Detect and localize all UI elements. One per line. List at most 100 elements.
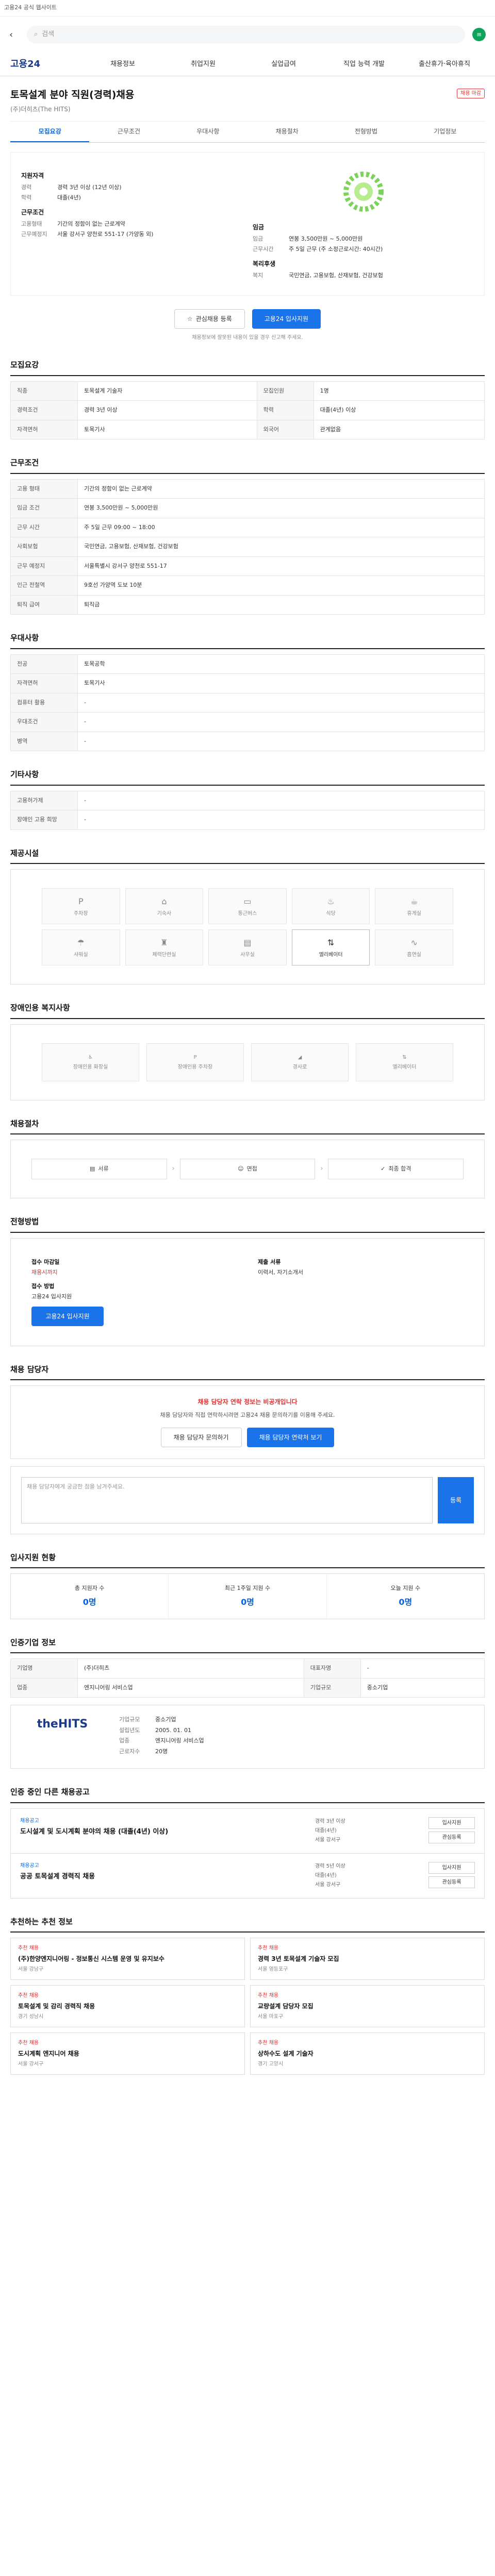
facility-item: ▭ 통근버스 <box>208 888 287 924</box>
table-row: 근무 시간 주 5일 근무 09:00 ~ 18:00 <box>10 517 485 537</box>
preferred-table: 전공 토목공학 자격면허 토목기사 컴퓨터 활용 - 우대조건 - 병역 - <box>10 654 485 752</box>
arrow-right-icon: › <box>172 1165 175 1173</box>
stat-item: 총 지원자 수 0명 <box>11 1574 169 1619</box>
qna-box: 채용 담당자에게 궁금한 점을 남겨주세요. 등록 <box>10 1466 485 1534</box>
apply-button[interactable]: 입사지원 <box>428 1861 475 1874</box>
section-tabs: 모집요강 근무조건 우대사항 채용절차 전형방법 기업정보 <box>10 122 485 143</box>
section-title-welfare: 장애인용 복지사항 <box>10 1002 485 1019</box>
cafeteria-icon: ♨ <box>327 896 335 906</box>
etc-table: 고용허가제 - 장애인 고용 희망 - <box>10 790 485 830</box>
table-row: 장애인 고용 희망 - <box>10 810 485 830</box>
status-badge: 채용 마감 <box>457 89 485 98</box>
table-row: 자격면허 토목기사 외국어 관계없음 <box>10 419 485 439</box>
contact-manager-button[interactable]: 채용 담당자 문의하기 <box>160 1427 242 1447</box>
summary-left: 지원자격 경력 경력 3년 이상 (12년 이상) 학력 대졸(4년) 근무조건 고… <box>21 166 242 282</box>
summary-row: 복지 국민연금, 고용보험, 산재보험, 건강보험 <box>253 272 383 279</box>
nav-item-training[interactable]: 직업 능력 개발 <box>324 59 404 70</box>
search-input[interactable]: ⌕ 검색 <box>27 26 465 43</box>
tab-conditions[interactable]: 근무조건 <box>89 122 168 142</box>
section-title-recommend: 추천하는 추천 정보 <box>10 1916 485 1933</box>
table-row: 컴퓨터 활용 - <box>10 692 485 713</box>
section-title-method: 전형방법 <box>10 1216 485 1233</box>
interest-button[interactable]: 관심등록 <box>428 1831 475 1843</box>
recommend-card[interactable]: 추천 채용 교량설계 담당자 모집 서울 마포구 <box>250 1985 485 2028</box>
welfare-item: ◢ 경사로 <box>251 1043 349 1081</box>
stat-item: 오늘 지원 수 0명 <box>390 1585 421 1607</box>
manager-box: 채용 담당자 연락 정보는 비공개입니다 채용 담당자와 직접 연락하시려면 고… <box>10 1385 485 1459</box>
nav-item-support[interactable]: 취업지원 <box>163 59 243 70</box>
tab-recruit[interactable]: 모집요강 <box>10 122 90 142</box>
apply-button[interactable]: 입사지원 <box>428 1817 475 1829</box>
apply-docs-col: 제출 서류 이력서, 자기소개서 <box>258 1258 303 1276</box>
company-logo-graphic <box>343 171 384 212</box>
apply-button[interactable]: 고용24 입사지원 <box>252 309 321 329</box>
recommend-card[interactable]: 추천 채용 (주)한양엔지니어링 - 정보통신 시스템 운영 및 유지보수 서울 강… <box>10 1938 245 1980</box>
list-item[interactable]: 채용공고 공공 토목설계 경력직 채용 경력 5년 이상 대졸(4년) 서울 강서구 … <box>10 1853 485 1899</box>
nav-item-leave[interactable]: 출산휴가·육아휴직 <box>404 59 485 70</box>
search-row: ‹ ⌕ 검색 ≡ <box>0 16 495 53</box>
job-header: 토목설계 분야 직원(경력)채용 (주)더히츠(The HITS) 채용 마감 <box>10 76 485 122</box>
apply-status: 총 지원자 수 0명 최근 1주일 지원 수 0명 오늘 지원 수 0명 <box>10 1573 485 1619</box>
tab-process[interactable]: 채용절차 <box>248 122 326 142</box>
apply-info: 접수 마감일 채용시까지 접수 방법 고용24 입사지원 고용24 입사지원 제… <box>21 1248 474 1336</box>
gym-icon: ♜ <box>160 937 168 947</box>
process-step: ☺ 면접 <box>179 1159 316 1179</box>
view-contact-button[interactable]: 채용 담당자 연락처 보기 <box>246 1427 335 1447</box>
parking-icon: P <box>78 896 84 906</box>
toilet-icon: ♿ <box>88 1054 93 1060</box>
nav-item-jobs[interactable]: 채용정보 <box>82 59 163 70</box>
interest-button[interactable]: ☆ 관심채용 등록 <box>174 309 245 329</box>
recruit-table: 직종 토목설계 기술자 모집인원 1명 경력조건 경력 3년 이상 학력 대졸(4년) 이상… <box>10 381 485 440</box>
section-title-manager: 채용 담당자 <box>10 1364 485 1380</box>
welfare-item: ⇅ 엘리베이터 <box>356 1043 453 1081</box>
recommend-card[interactable]: 추천 채용 상하수도 설계 기술자 경기 고양시 <box>250 2032 485 2075</box>
top-notice-bar: 고용24 공식 웹사이트 <box>0 0 495 16</box>
menu-icon[interactable]: ≡ <box>472 28 486 41</box>
apply-deadline-col: 접수 마감일 채용시까지 접수 방법 고용24 입사지원 고용24 입사지원 <box>31 1258 237 1326</box>
facility-item: ♜ 체력단련실 <box>125 929 204 965</box>
tab-preferred[interactable]: 우대사항 <box>169 122 248 142</box>
search-icon: ⌕ <box>34 30 38 39</box>
table-row: 경력조건 경력 3년 이상 학력 대졸(4년) 이상 <box>10 400 485 420</box>
elevator-icon: ⇅ <box>327 937 335 947</box>
summary-heading: 근무조건 <box>21 208 44 216</box>
table-row: 고용 형태 기간의 정함이 없는 근로계약 <box>10 479 485 499</box>
back-arrow-icon[interactable]: ‹ <box>9 28 20 42</box>
qna-submit-button[interactable]: 등록 <box>438 1477 474 1523</box>
section-title-preferred: 우대사항 <box>10 632 485 649</box>
recommend-card[interactable]: 추천 채용 토목설계 및 감리 경력직 채용 경기 성남시 <box>10 1985 245 2028</box>
facilities-box: P 주차장 ⌂ 기숙사 ▭ 통근버스 ♨ 식당 ☕ 휴게실 ☂ 샤워실 ♜ 체력단련실 ▤ 사무… <box>10 869 485 985</box>
table-row: 업종 엔지니어링 서비스업 기업규모 중소기업 <box>10 1677 485 1698</box>
recommend-card[interactable]: 추천 채용 도시계획 엔지니어 채용 서울 강서구 <box>10 2032 245 2075</box>
qna-input[interactable]: 채용 담당자에게 궁금한 점을 남겨주세요. <box>21 1477 433 1523</box>
stat-item: 최근 1주일 지원 수 0명 <box>169 1574 327 1619</box>
table-row: 우대조건 - <box>10 712 485 732</box>
other-jobs-list: 채용공고 도시설계 및 도시계획 분야의 채용 (대졸(4년) 이상) 경력 3년… <box>10 1808 485 1899</box>
tab-company[interactable]: 기업정보 <box>406 122 485 142</box>
ramp-icon: ◢ <box>298 1054 302 1060</box>
arrow-right-icon: › <box>320 1165 323 1173</box>
table-row: 임금 조건 연봉 3,500만원 ~ 5,000만원 <box>10 498 485 518</box>
manager-alert: 채용 담당자 연락 정보는 비공개입니다 <box>197 1398 298 1405</box>
search-placeholder: 검색 <box>42 30 55 39</box>
section-title-facilities: 제공시설 <box>10 848 485 864</box>
table-row: 기업명 (주)더히츠 대표자명 - <box>10 1658 485 1679</box>
section-title-recruit: 모집요강 <box>10 359 485 376</box>
interest-button[interactable]: 관심등록 <box>428 1876 475 1888</box>
job-actions: ☆ 관심채용 등록 고용24 입사지원 <box>10 309 485 329</box>
summary-heading: 임금 <box>253 223 265 231</box>
tab-method[interactable]: 전형방법 <box>326 122 405 142</box>
company-card-logo[interactable]: theHITS <box>21 1716 104 1758</box>
welfare-item: ♿ 장애인용 화장실 <box>42 1043 139 1081</box>
apply-button[interactable]: 고용24 입사지원 <box>31 1306 104 1326</box>
section-title-company: 인증기업 정보 <box>10 1637 485 1654</box>
list-item[interactable]: 채용공고 도시설계 및 도시계획 분야의 채용 (대졸(4년) 이상) 경력 3년… <box>10 1808 485 1854</box>
nav-item-benefits[interactable]: 실업급여 <box>243 59 324 70</box>
apply-method-box: 접수 마감일 채용시까지 접수 방법 고용24 입사지원 고용24 입사지원 제… <box>10 1238 485 1346</box>
recommend-card[interactable]: 추천 채용 경력 3년 토목설계 기술자 모집 서울 영등포구 <box>250 1938 485 1980</box>
check-icon: ✓ <box>381 1165 386 1172</box>
job-company[interactable]: (주)더히츠(The HITS) <box>10 105 485 114</box>
site-logo[interactable]: 고용24 <box>10 57 82 71</box>
table-row: 자격면허 토목기사 <box>10 673 485 693</box>
process-step: ✓ 최종 합격 <box>328 1159 464 1179</box>
